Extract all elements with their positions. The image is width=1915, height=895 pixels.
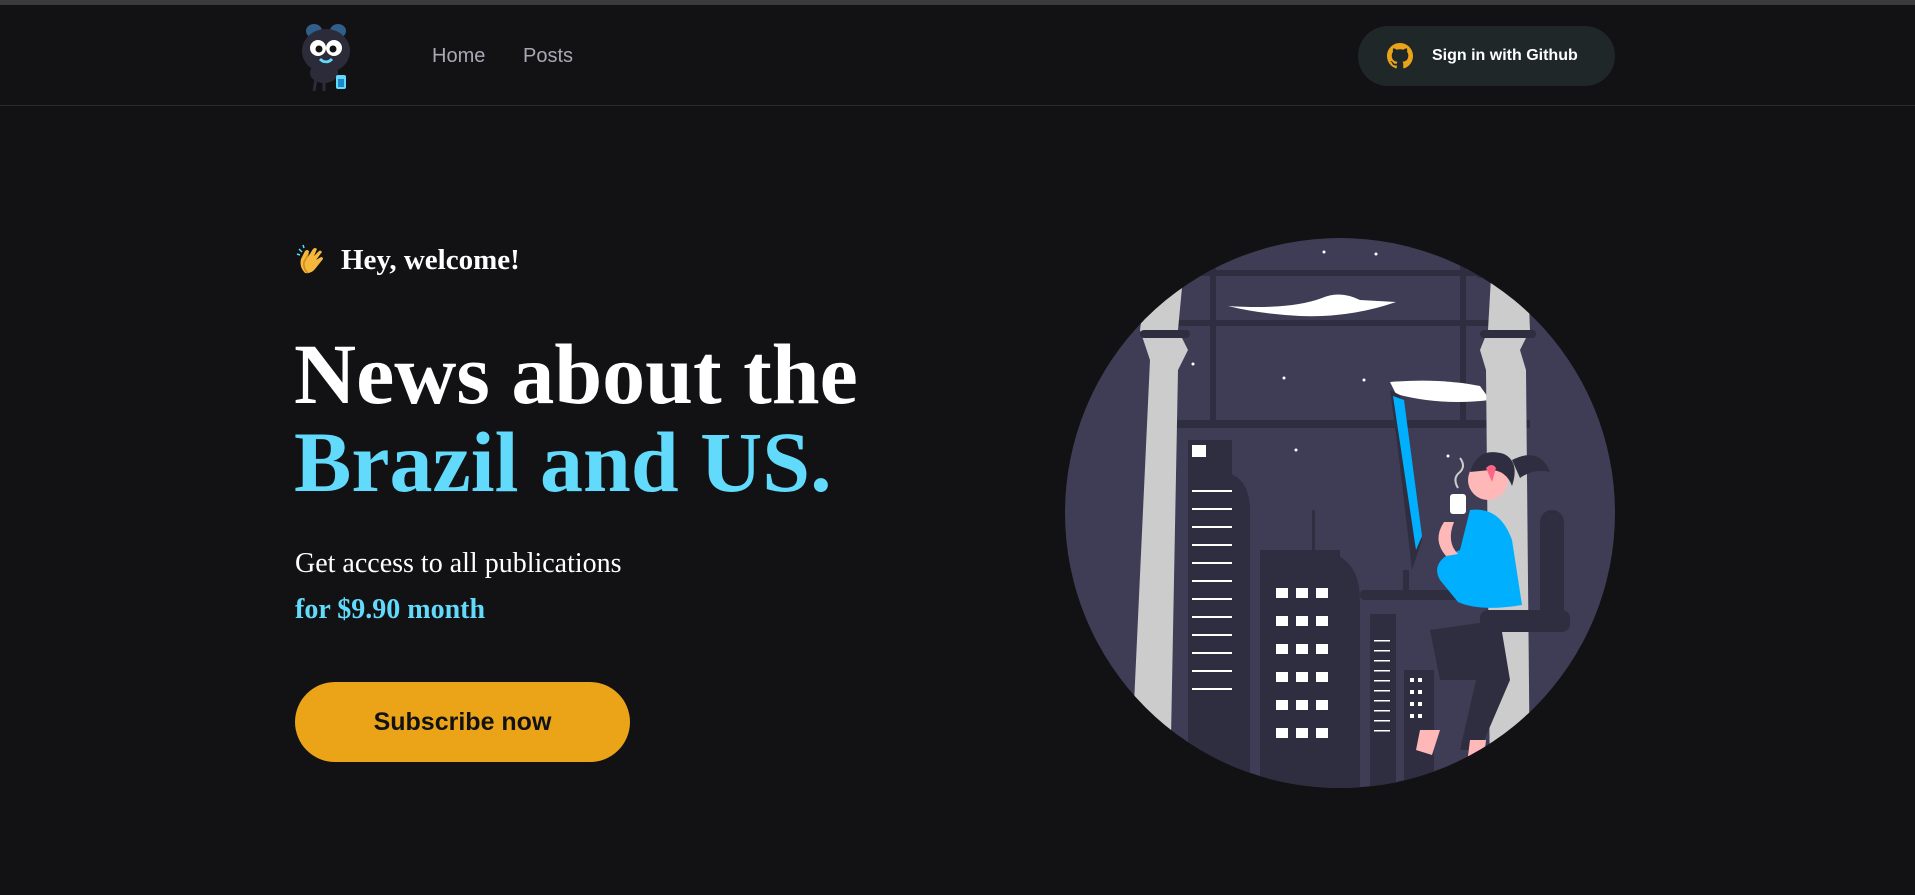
- hero-illustration: [1060, 210, 1620, 790]
- hero-headline: News about the Brazil and US.: [294, 330, 858, 506]
- clapping-hands-icon: [295, 243, 329, 277]
- nav-home-link[interactable]: Home: [432, 45, 485, 68]
- nav-posts-link[interactable]: Posts: [523, 45, 573, 68]
- headline-line-1: News about the: [294, 326, 858, 422]
- hero-subtitle: Get access to all publications: [295, 548, 622, 579]
- welcome-text: Hey, welcome!: [341, 243, 520, 276]
- signin-github-button[interactable]: Sign in with Github: [1358, 26, 1615, 86]
- signin-label: Sign in with Github: [1432, 47, 1578, 64]
- logo-mascot-icon[interactable]: [294, 21, 358, 93]
- welcome-greeting: Hey, welcome!: [295, 243, 520, 277]
- github-icon: [1387, 43, 1413, 69]
- headline-line-2: Brazil and US.: [294, 414, 832, 510]
- subscribe-button[interactable]: Subscribe now: [295, 682, 630, 762]
- hero-price: for $9.90 month: [295, 594, 486, 625]
- site-header: Home Posts Sign in with Github: [0, 5, 1915, 106]
